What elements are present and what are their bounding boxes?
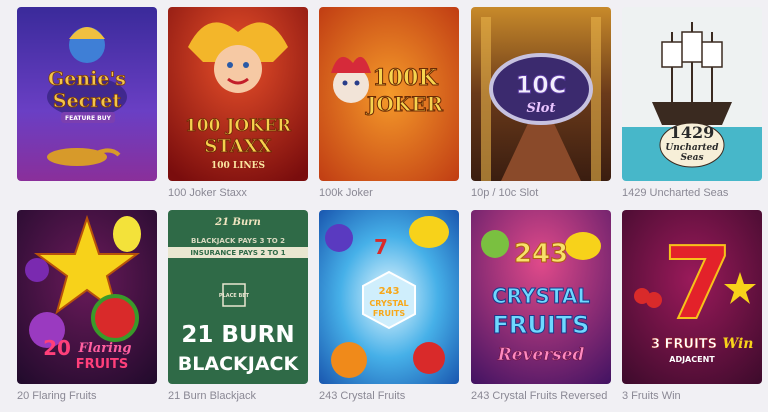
art-line2: CRYSTAL bbox=[369, 299, 408, 308]
game-title[interactable]: 20 Flaring Fruits bbox=[17, 390, 157, 403]
game-thumbnail[interactable]: 7 3 FRUITS Win ADJACENT bbox=[622, 210, 762, 384]
art-line2: 3 FRUITS bbox=[651, 337, 717, 352]
game-thumbnail[interactable]: 20 Flaring FRUITS bbox=[17, 210, 157, 384]
art-line1: 243 bbox=[379, 286, 400, 297]
art-line1: 243 bbox=[514, 239, 568, 269]
art-line2: BLACKJACK bbox=[178, 353, 300, 375]
game-title[interactable] bbox=[17, 187, 157, 200]
game-thumbnail[interactable]: Genie's Secret FEATURE BUY bbox=[17, 7, 157, 181]
game-title[interactable]: 1429 Uncharted Seas bbox=[622, 187, 762, 200]
art-badge: FEATURE BUY bbox=[65, 115, 112, 122]
art-top: 21 Burn bbox=[214, 217, 261, 228]
game-title[interactable]: 3 Fruits Win bbox=[622, 390, 762, 403]
game-card-100k-joker[interactable]: 100K JOKER 100k Joker bbox=[319, 7, 459, 200]
art-line1: 20 bbox=[43, 336, 71, 360]
game-thumbnail[interactable]: 10C Slot bbox=[471, 7, 611, 181]
art-line2: Slot bbox=[526, 101, 555, 116]
game-title[interactable]: 243 Crystal Fruits bbox=[319, 390, 459, 403]
game-card-genies-secret[interactable]: Genie's Secret FEATURE BUY bbox=[17, 7, 157, 200]
art-felt2: INSURANCE PAYS 2 TO 1 bbox=[190, 249, 285, 257]
art-line2: Secret bbox=[53, 90, 121, 112]
game-card-243-crystal-fruits[interactable]: 7 243 CRYSTAL FRUITS 243 Crystal Fruits bbox=[319, 210, 459, 403]
art-line3: Win bbox=[723, 336, 754, 352]
art-line1: 100 JOKER bbox=[185, 116, 292, 136]
art-line2: JOKER bbox=[365, 92, 444, 116]
game-title[interactable]: 100k Joker bbox=[319, 187, 459, 200]
art-line1: 21 BURN bbox=[181, 322, 294, 348]
game-thumbnail[interactable]: 243 CRYSTAL FRUITS Reversed bbox=[471, 210, 611, 384]
art-line1: 1429 bbox=[670, 123, 715, 142]
game-card-1429-uncharted-seas[interactable]: 1429 Uncharted Seas 1429 Uncharted Seas bbox=[622, 7, 762, 200]
art-line3: 100 LINES bbox=[211, 161, 265, 171]
art-line1: 100K bbox=[372, 65, 438, 91]
game-card-243-crystal-fruits-reversed[interactable]: 243 CRYSTAL FRUITS Reversed 243 Crystal … bbox=[471, 210, 611, 403]
art-line4: ADJACENT bbox=[669, 355, 715, 364]
art-line3: FRUITS bbox=[373, 309, 406, 318]
game-grid: Genie's Secret FEATURE BUY 100 JOKER STA… bbox=[0, 0, 768, 412]
art-line2: STAXX bbox=[204, 136, 271, 157]
game-thumbnail[interactable]: 1429 Uncharted Seas bbox=[622, 7, 762, 181]
art-line3: FRUITS bbox=[76, 357, 129, 372]
game-card-20-flaring-fruits[interactable]: 20 Flaring FRUITS 20 Flaring Fruits bbox=[17, 210, 157, 403]
art-line2: Flaring bbox=[78, 341, 132, 356]
game-thumbnail[interactable]: 100K JOKER bbox=[319, 7, 459, 181]
seven-icon: 7 bbox=[374, 235, 388, 259]
art-line2: Uncharted bbox=[665, 143, 719, 153]
art-line1: Genie's bbox=[48, 68, 126, 90]
game-title[interactable]: 21 Burn Blackjack bbox=[168, 390, 308, 403]
art-line3: FRUITS bbox=[493, 311, 590, 339]
game-thumbnail[interactable]: 100 JOKER STAXX 100 LINES bbox=[168, 7, 308, 181]
art-line3: Seas bbox=[680, 153, 703, 163]
art-felt1: BLACKJACK PAYS 3 TO 2 bbox=[191, 237, 285, 245]
game-thumbnail[interactable]: 7 243 CRYSTAL FRUITS bbox=[319, 210, 459, 384]
art-line2: CRYSTAL bbox=[492, 284, 590, 308]
game-card-3-fruits-win[interactable]: 7 3 FRUITS Win ADJACENT 3 Fruits Win bbox=[622, 210, 762, 403]
game-card-10c-slot[interactable]: 10C Slot 10p / 10c Slot bbox=[471, 7, 611, 200]
art-line1: 7 bbox=[663, 225, 733, 342]
art-line1: 10C bbox=[515, 71, 566, 99]
art-placebet: PLACE BET bbox=[219, 293, 250, 299]
game-thumbnail[interactable]: 21 Burn BLACKJACK PAYS 3 TO 2 INSURANCE … bbox=[168, 210, 308, 384]
game-title[interactable]: 100 Joker Staxx bbox=[168, 187, 308, 200]
game-card-100-joker-staxx[interactable]: 100 JOKER STAXX 100 LINES 100 Joker Stax… bbox=[168, 7, 308, 200]
game-card-21-burn-blackjack[interactable]: 21 Burn BLACKJACK PAYS 3 TO 2 INSURANCE … bbox=[168, 210, 308, 403]
game-title[interactable]: 243 Crystal Fruits Reversed bbox=[471, 390, 611, 403]
art-line4: Reversed bbox=[497, 345, 585, 365]
game-title[interactable]: 10p / 10c Slot bbox=[471, 187, 611, 200]
